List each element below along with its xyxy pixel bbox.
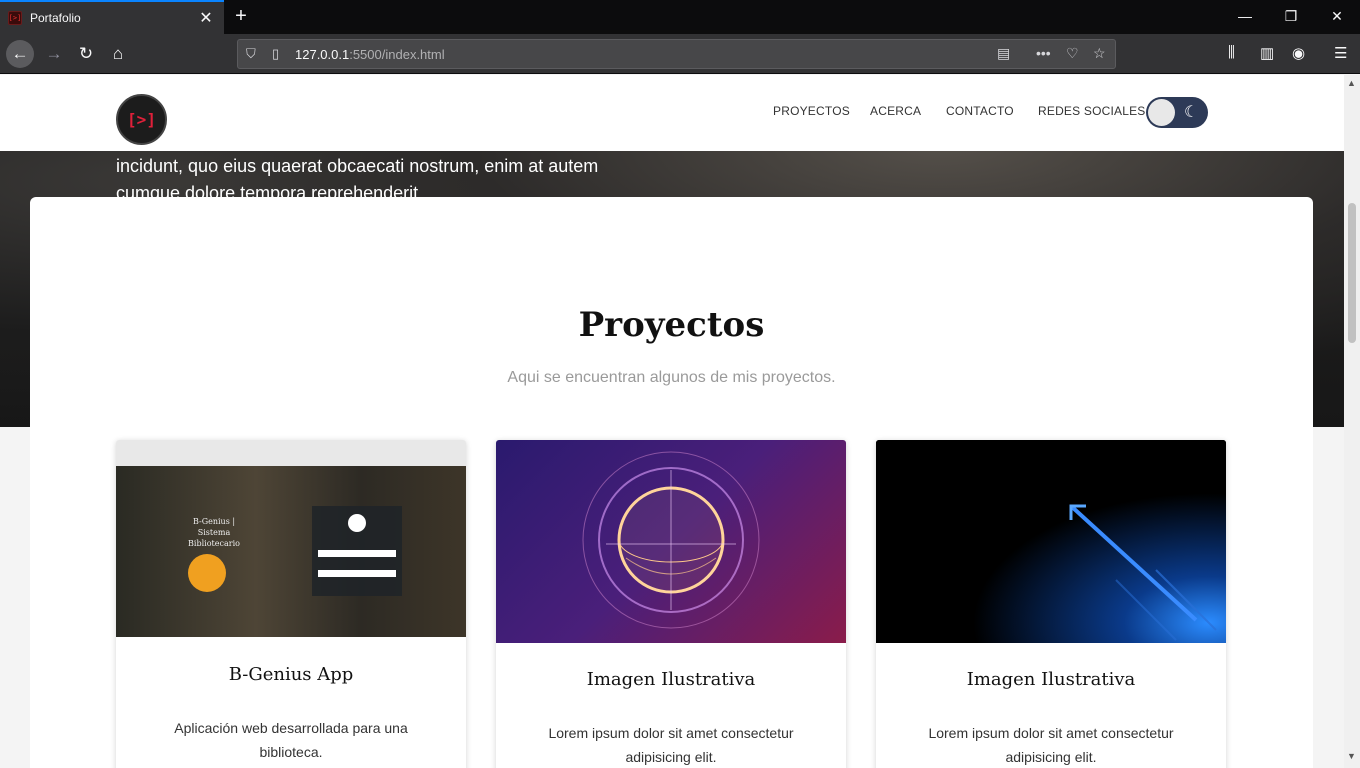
nav-link-redes-sociales[interactable]: REDES SOCIALES <box>1038 104 1146 118</box>
account-icon[interactable]: ◉ <box>1292 44 1305 62</box>
site-header: [>] PROYECTOS ACERCA CONTACTO REDES SOCI… <box>0 75 1344 151</box>
page-info-icon[interactable]: ▯ <box>272 46 279 62</box>
site-logo[interactable]: [>] <box>116 94 167 145</box>
browser-navbar: ← → ↻ ⌂ ⛉ ▯ 127.0.0.1:5500/index.html ▤ … <box>0 34 1360 74</box>
projects-section: Proyectos Aqui se encuentran algunos de … <box>30 197 1313 768</box>
back-button[interactable]: ← <box>6 40 34 68</box>
scrollbar-thumb[interactable] <box>1348 203 1356 343</box>
project-card[interactable]: Imagen Ilustrativa Lorem ipsum dolor sit… <box>876 440 1226 768</box>
close-tab-icon[interactable]: ✕ <box>196 8 216 28</box>
screenshot-caption: B-Genius | Sistema Bibliotecario <box>188 517 240 548</box>
library-icon[interactable]: ⫼ <box>1228 44 1235 61</box>
project-image-illustrative <box>876 440 1226 643</box>
project-image-bgenius: B-Genius | Sistema Bibliotecario <box>116 440 466 637</box>
close-window-button[interactable]: ✕ <box>1314 0 1360 34</box>
bookmark-star-icon[interactable]: ☆ <box>1093 45 1106 62</box>
screenshot-input <box>318 550 396 557</box>
reload-button[interactable]: ↻ <box>72 40 100 68</box>
url-text[interactable]: 127.0.0.1:5500/index.html <box>295 47 445 62</box>
holographic-sphere-illustration <box>582 451 760 629</box>
shield-icon[interactable]: ⛉ <box>246 46 256 62</box>
card-description: Aplicación web desarrollada para una bib… <box>174 720 408 760</box>
moon-icon: ☾ <box>1184 104 1199 121</box>
toggle-knob <box>1148 99 1175 126</box>
forward-button[interactable]: → <box>40 40 68 68</box>
project-card[interactable]: B-Genius | Sistema Bibliotecario B-Geniu… <box>116 440 466 768</box>
card-title: Imagen Ilustrativa <box>966 669 1136 690</box>
browser-tabbar: [>] Portafolio ✕ + — ❐ ✕ <box>0 0 1360 34</box>
project-image-illustrative <box>496 440 846 643</box>
screenshot-library-background <box>116 466 466 637</box>
favicon-icon: [>] <box>8 11 22 25</box>
card-title: B-Genius App <box>228 664 354 685</box>
section-subtitle: Aqui se encuentran algunos de mis proyec… <box>507 369 836 386</box>
nav-link-contacto[interactable]: CONTACTO <box>946 104 1014 118</box>
url-bar[interactable]: ⛉ ▯ 127.0.0.1:5500/index.html ▤ ••• ♡ ☆ <box>237 39 1116 69</box>
screenshot-browser-bar <box>116 440 466 466</box>
page-scrollbar[interactable]: ▲ ▼ <box>1344 75 1360 768</box>
pocket-icon[interactable]: ♡ <box>1066 45 1079 62</box>
nav-link-proyectos[interactable]: PROYECTOS <box>773 104 850 118</box>
url-host: 127.0.0.1 <box>295 47 350 62</box>
page-actions-icon[interactable]: ••• <box>1036 45 1051 61</box>
card-description: Lorem ipsum dolor sit amet consectetur a… <box>548 725 794 765</box>
menu-icon[interactable]: ☰ <box>1334 44 1347 62</box>
book-icon <box>188 554 226 592</box>
card-title: Imagen Ilustrativa <box>586 669 756 690</box>
scroll-down-icon[interactable]: ▼ <box>1347 751 1356 761</box>
tab-title: Portafolio <box>30 11 81 25</box>
project-card[interactable]: Imagen Ilustrativa Lorem ipsum dolor sit… <box>496 440 846 768</box>
scroll-up-icon[interactable]: ▲ <box>1347 78 1356 88</box>
screenshot-login-panel <box>312 506 402 596</box>
home-button[interactable]: ⌂ <box>104 40 132 68</box>
sidebar-icon[interactable]: ▥ <box>1260 44 1274 62</box>
reader-view-icon[interactable]: ▤ <box>997 45 1010 62</box>
section-title: Proyectos <box>578 305 765 345</box>
new-tab-button[interactable]: + <box>230 5 252 27</box>
url-path: :5500/index.html <box>349 47 445 62</box>
minimize-button[interactable]: — <box>1222 0 1268 34</box>
card-description: Lorem ipsum dolor sit amet consectetur a… <box>928 725 1174 765</box>
restore-button[interactable]: ❐ <box>1268 0 1314 34</box>
blue-arrow-illustration <box>1069 504 1217 641</box>
user-icon <box>348 514 366 532</box>
screenshot-input <box>318 570 396 577</box>
browser-tab[interactable]: [>] Portafolio ✕ <box>0 0 224 34</box>
dark-mode-toggle[interactable]: ☾ <box>1146 97 1208 128</box>
page-viewport: incidunt, quo eius quaerat obcaecati nos… <box>0 75 1344 768</box>
nav-link-acerca[interactable]: ACERCA <box>870 104 921 118</box>
